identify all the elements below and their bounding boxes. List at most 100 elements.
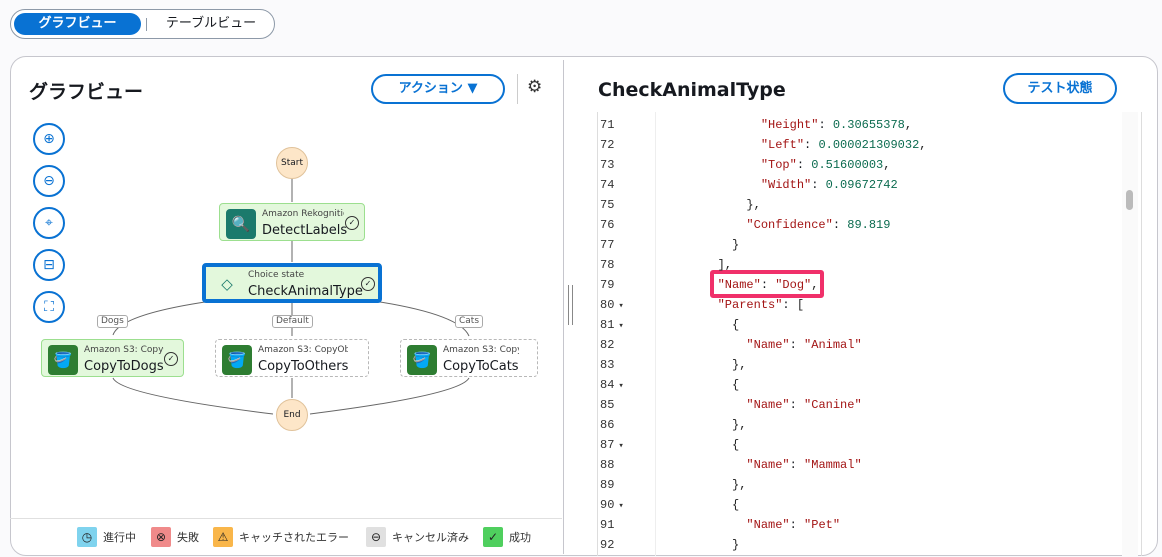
fold-arrow-icon[interactable]: ▾ xyxy=(618,381,623,391)
legend-caught-error: ⚠ キャッチされたエラー xyxy=(213,527,349,547)
line-number: 71 xyxy=(600,118,645,132)
node-type: Amazon S3: CopyObj xyxy=(258,345,348,355)
legend-in-progress: ◷ 進行中 xyxy=(77,527,136,547)
clock-icon: ◷ xyxy=(77,527,97,547)
edge-label-default: Default xyxy=(272,315,313,328)
pane-divider xyxy=(563,60,564,554)
json-key: "Name" xyxy=(746,458,790,472)
node-copy-to-cats[interactable]: 🪣 Amazon S3: Copy CopyToCats xyxy=(400,339,538,377)
line-number-text: 88 xyxy=(600,458,615,472)
line-number: 85 xyxy=(600,398,645,412)
code-line: "Confidence": 89.819 xyxy=(746,218,891,232)
line-number-text: 83 xyxy=(600,358,615,372)
fold-arrow-icon[interactable]: ▾ xyxy=(618,301,623,311)
detail-panel-title: CheckAnimalType xyxy=(598,79,786,101)
json-value: "Canine" xyxy=(804,398,862,412)
json-key: "Name" xyxy=(746,398,790,412)
code-line: } xyxy=(660,538,739,552)
json-key: "Confidence" xyxy=(746,218,833,232)
line-number-text: 84 xyxy=(600,378,615,392)
scrollbar[interactable] xyxy=(1122,112,1138,556)
s3-bucket-icon: 🪣 xyxy=(48,345,78,375)
json-key: "Name" xyxy=(746,338,790,352)
node-title: CheckAnimalType xyxy=(248,284,363,299)
fold-arrow-icon[interactable]: ▾ xyxy=(618,441,623,451)
json-punctuation: { xyxy=(732,438,740,452)
fold-arrow-icon[interactable]: ▾ xyxy=(618,501,623,511)
line-number: 78 xyxy=(600,258,645,272)
node-copy-to-others[interactable]: 🪣 Amazon S3: CopyObj CopyToOthers xyxy=(215,339,369,377)
json-punctuation: { xyxy=(732,378,740,392)
end-node[interactable]: End xyxy=(276,399,308,431)
x-circle-icon: ⊗ xyxy=(151,527,171,547)
node-type: Amazon S3: CopyO xyxy=(84,345,164,355)
json-key: "Name" xyxy=(717,278,761,292)
code-line: }, xyxy=(660,198,761,212)
line-number: 72 xyxy=(600,138,645,152)
line-number: 74 xyxy=(600,178,645,192)
json-punctuation: ], xyxy=(717,258,733,272)
json-value: 89.819 xyxy=(847,218,891,232)
line-number: 91 xyxy=(600,518,645,532)
edge-label-dogs: Dogs xyxy=(97,315,128,328)
legend-failed: ⊗ 失敗 xyxy=(151,527,199,547)
node-copy-to-dogs[interactable]: 🪣 Amazon S3: CopyO CopyToDogs ✓ xyxy=(41,339,184,377)
rekognition-icon: 🔍 xyxy=(226,209,256,239)
code-line: } xyxy=(660,238,739,252)
s3-bucket-icon: 🪣 xyxy=(407,345,437,375)
json-punctuation: , xyxy=(883,158,891,172)
node-title: CopyToCats xyxy=(443,359,519,374)
json-value: 0.30655378 xyxy=(832,118,905,132)
json-value: 0.000021309032 xyxy=(818,138,920,152)
json-value: "Animal" xyxy=(804,338,862,352)
json-key: "Height" xyxy=(760,118,819,132)
json-value: 0.09672742 xyxy=(825,178,898,192)
code-line: }, xyxy=(660,358,746,372)
json-punctuation: { xyxy=(732,498,740,512)
line-number: 79 xyxy=(600,278,645,292)
line-number: 80 ▾ xyxy=(600,298,645,312)
json-punctuation: { xyxy=(732,318,740,332)
code-line: { xyxy=(660,378,739,392)
json-punctuation: }, xyxy=(732,358,747,372)
json-value: "Pet" xyxy=(804,518,841,532)
line-number-text: 86 xyxy=(600,418,615,432)
code-line: ], xyxy=(660,258,732,272)
line-number-text: 71 xyxy=(600,118,615,132)
code-line: "Height": 0.30655378, xyxy=(760,118,913,132)
json-punctuation: }, xyxy=(732,478,747,492)
line-number: 75 xyxy=(600,198,645,212)
line-number-text: 73 xyxy=(600,158,615,172)
legend-label: 進行中 xyxy=(103,531,136,544)
legend-label: 成功 xyxy=(509,531,531,544)
scrollbar-thumb[interactable] xyxy=(1126,190,1133,210)
line-number-text: 91 xyxy=(600,518,615,532)
line-number: 89 xyxy=(600,478,645,492)
json-punctuation: , xyxy=(811,278,819,292)
legend-label: キャンセル済み xyxy=(392,531,469,544)
line-number-text: 76 xyxy=(600,218,615,232)
node-type: Amazon Rekognitio xyxy=(262,209,344,219)
test-state-button[interactable]: テスト状態 xyxy=(1003,73,1117,104)
code-line: "Width": 0.09672742 xyxy=(760,178,898,192)
start-node[interactable]: Start xyxy=(276,147,308,179)
choice-icon: ◇ xyxy=(221,275,233,293)
code-line: "Name": "Animal" xyxy=(746,338,862,352)
resize-handle[interactable] xyxy=(568,285,573,325)
line-number: 86 xyxy=(600,418,645,432)
json-value: [ xyxy=(796,298,805,312)
code-line: "Name": "Canine" xyxy=(746,398,862,412)
node-detect-labels[interactable]: 🔍 Amazon Rekognitio DetectLabels ✓ xyxy=(219,203,365,241)
check-circle-icon: ✓ xyxy=(345,216,359,230)
code-line: }, xyxy=(660,478,746,492)
json-punctuation: }, xyxy=(746,198,761,212)
legend-cancelled: ⊖ キャンセル済み xyxy=(366,527,469,547)
code-line: "Name": "Dog", xyxy=(717,278,819,292)
gutter-divider xyxy=(655,112,656,556)
node-check-animal-type[interactable]: ◇ Choice state CheckAnimalType ✓ xyxy=(202,263,382,303)
code-line: "Parents": [ xyxy=(717,298,805,312)
fold-arrow-icon[interactable]: ▾ xyxy=(618,321,623,331)
code-line: { xyxy=(660,438,739,452)
code-line: }, xyxy=(660,418,746,432)
line-number-text: 79 xyxy=(600,278,615,292)
